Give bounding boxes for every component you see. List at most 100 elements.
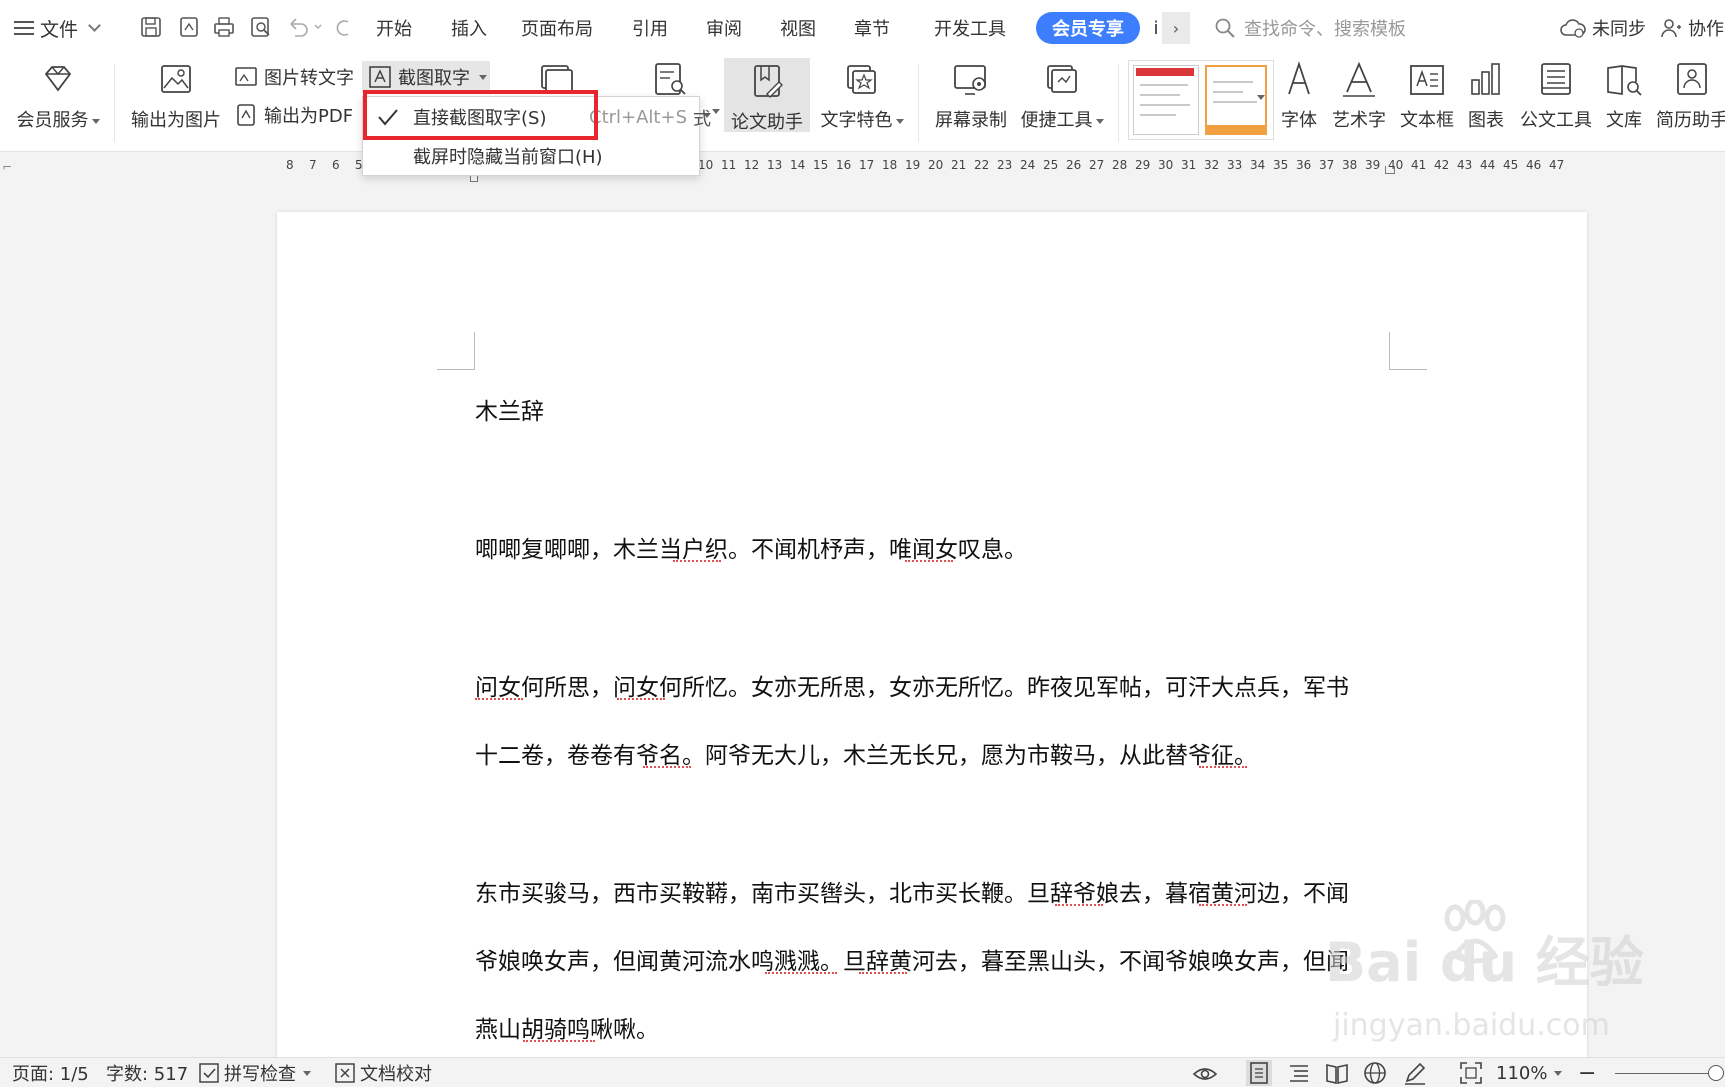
zoom-slider-handle[interactable] [1708, 1065, 1724, 1081]
tab-home[interactable]: 开始 [368, 14, 420, 42]
eye-protection-icon[interactable] [1192, 1060, 1218, 1086]
library-button[interactable]: 文库 [1604, 56, 1644, 132]
ruler-tick: 18 [882, 158, 898, 172]
document-title[interactable]: 木兰辞 [475, 392, 544, 426]
image-to-text-label: 图片转文字 [264, 68, 354, 89]
dropdown-caret-icon [91, 118, 100, 124]
page-view-icon[interactable] [1246, 1060, 1272, 1086]
ruler-corner-marker: ⌐ [2, 160, 13, 174]
screen-record-label: 屏幕录制 [935, 110, 1007, 131]
tab-partial[interactable]: i [1150, 14, 1162, 42]
library-book-icon [1604, 60, 1644, 100]
zoom-out-button[interactable]: − [1578, 1060, 1597, 1086]
pen-write-icon[interactable] [1402, 1060, 1428, 1086]
ruler-tick: 8 [286, 158, 294, 172]
document-line[interactable]: 问女何所思，问女何所忆。女亦无所思，女亦无所忆。昨夜见军帖，可汗大点兵，军书 [475, 668, 1349, 702]
file-menu[interactable]: 文件 [14, 14, 103, 42]
spellcheck-underline [1199, 902, 1247, 906]
official-tools-button[interactable]: 公文工具 [1518, 56, 1594, 132]
image-to-text-button[interactable]: 图片转文字 [234, 62, 354, 92]
document-line[interactable]: 十二卷，卷卷有爷名。阿爷无大儿，木兰无长兄，愿为市鞍马，从此替爷征。 [475, 736, 1257, 770]
dropdown-caret-icon [1095, 118, 1104, 124]
page-indicator[interactable]: 页面: 1/5 [12, 1061, 89, 1085]
tab-view[interactable]: 视图 [772, 14, 824, 42]
redo-icon[interactable] [336, 16, 350, 38]
wordart-button[interactable]: 艺术字 [1330, 56, 1388, 132]
screen-record-button[interactable]: 屏幕录制 [930, 56, 1012, 132]
tab-insert[interactable]: 插入 [443, 14, 495, 42]
screen-record-icon [951, 60, 991, 100]
search-placeholder: 查找命令、搜索模板 [1244, 19, 1406, 40]
thumbnail-line [1140, 84, 1188, 86]
tab-review[interactable]: 审阅 [698, 14, 750, 42]
tab-chapter[interactable]: 章节 [846, 14, 898, 42]
export-pdf-button[interactable]: 输出为PDF [234, 100, 353, 130]
ruler-tick: 42 [1434, 158, 1450, 172]
image-text-icon [235, 67, 257, 86]
export-image-button[interactable]: 输出为图片 [128, 56, 224, 132]
command-search[interactable]: 查找命令、搜索模板 [1214, 14, 1406, 42]
spellcheck-underline [673, 558, 721, 562]
textbox-button[interactable]: 文本框 [1398, 56, 1456, 132]
text-features-label: 文字特色 [820, 110, 893, 131]
print-icon[interactable] [213, 16, 235, 38]
zoom-level-select[interactable]: 110% [1496, 1061, 1563, 1085]
ruler-tick: 29 [1135, 158, 1151, 172]
outline-view-icon[interactable] [1286, 1060, 1312, 1086]
web-view-icon[interactable] [1362, 1060, 1388, 1086]
ruler-tick: 44 [1480, 158, 1496, 172]
thumbnail-footer [1207, 125, 1265, 133]
partial-ribbon-text: 式 [693, 109, 711, 130]
dropdown-caret-icon [712, 109, 720, 114]
quick-tools-button[interactable]: 便捷工具 [1018, 56, 1106, 132]
collaborate-button[interactable]: 协作 [1660, 14, 1724, 42]
font-label: 字体 [1281, 110, 1317, 131]
ruler-tick: 12 [744, 158, 760, 172]
ruler-tick: 39 [1365, 158, 1381, 172]
ruler-tick: 43 [1457, 158, 1473, 172]
document-search-button[interactable] [650, 56, 690, 100]
print-preview-icon[interactable] [250, 16, 272, 38]
sync-status-button[interactable]: 未同步 [1560, 14, 1646, 42]
right-indent-marker[interactable] [1385, 166, 1395, 174]
ruler-tick: 33 [1227, 158, 1243, 172]
tab-developer[interactable]: 开发工具 [930, 14, 1010, 42]
member-services-button[interactable]: 会员服务 [14, 56, 102, 132]
horizontal-ruler[interactable]: ⌐ 8 7 6 5 10 11 12 13 14 15 16 17 18 19 … [0, 152, 1725, 182]
resume-helper-button[interactable]: 简历助手 [1654, 56, 1725, 132]
word-count[interactable]: 字数: 517 [106, 1061, 188, 1085]
template-thumbnail[interactable] [1133, 65, 1199, 135]
doc-proof-button[interactable]: 文档校对 [334, 1061, 432, 1085]
gallery-expand-caret[interactable] [1254, 82, 1265, 112]
ruler-tick: 31 [1181, 158, 1197, 172]
textbox-label: 文本框 [1400, 110, 1454, 131]
export-pdf-quick-icon[interactable] [178, 16, 200, 38]
paper-assistant-button[interactable]: 论文助手 [724, 58, 810, 133]
ribbon-toolbar: 会员服务 输出为图片 图片转文字 输出为PDF 截图取字 论文助手 文字特色 屏… [0, 56, 1725, 152]
minus-icon: − [1578, 1060, 1597, 1086]
undo-icon[interactable] [287, 16, 327, 38]
more-tabs-button[interactable]: › [1162, 12, 1190, 44]
pdf-icon [237, 104, 255, 126]
menu-item-hide-window[interactable]: 截屏时隐藏当前窗口(H) [363, 137, 699, 175]
document-line[interactable]: 爷娘唤女声，但闻黄河流水鸣溅溅。旦辞黄河去，暮至黑山头，不闻爷娘唤女声，但闻 [475, 942, 1349, 976]
cloud-sync-icon [1560, 19, 1586, 38]
ruler-tick: 13 [767, 158, 783, 172]
fit-page-icon[interactable] [1458, 1060, 1484, 1086]
zoom-slider-track[interactable] [1615, 1073, 1715, 1074]
save-icon[interactable] [140, 16, 162, 38]
ruler-tick: 34 [1250, 158, 1266, 172]
template-gallery[interactable] [1128, 60, 1274, 140]
tab-member-exclusive[interactable]: 会员专享 [1036, 12, 1140, 44]
screenshot-ocr-button[interactable]: 截图取字 [368, 62, 487, 92]
chart-button[interactable]: 图表 [1466, 56, 1506, 132]
font-button[interactable]: 字体 [1278, 56, 1320, 132]
spell-check-label: 拼写检查 [224, 1064, 296, 1085]
spell-check-button[interactable]: 拼写检查 [198, 1061, 311, 1085]
tab-references[interactable]: 引用 [624, 14, 676, 42]
text-features-button[interactable]: 文字特色 [818, 56, 906, 132]
tab-page-layout[interactable]: 页面布局 [517, 14, 597, 42]
spellcheck-underline [1055, 902, 1103, 906]
wordart-label: 艺术字 [1332, 110, 1386, 131]
reading-view-icon[interactable] [1324, 1060, 1350, 1086]
